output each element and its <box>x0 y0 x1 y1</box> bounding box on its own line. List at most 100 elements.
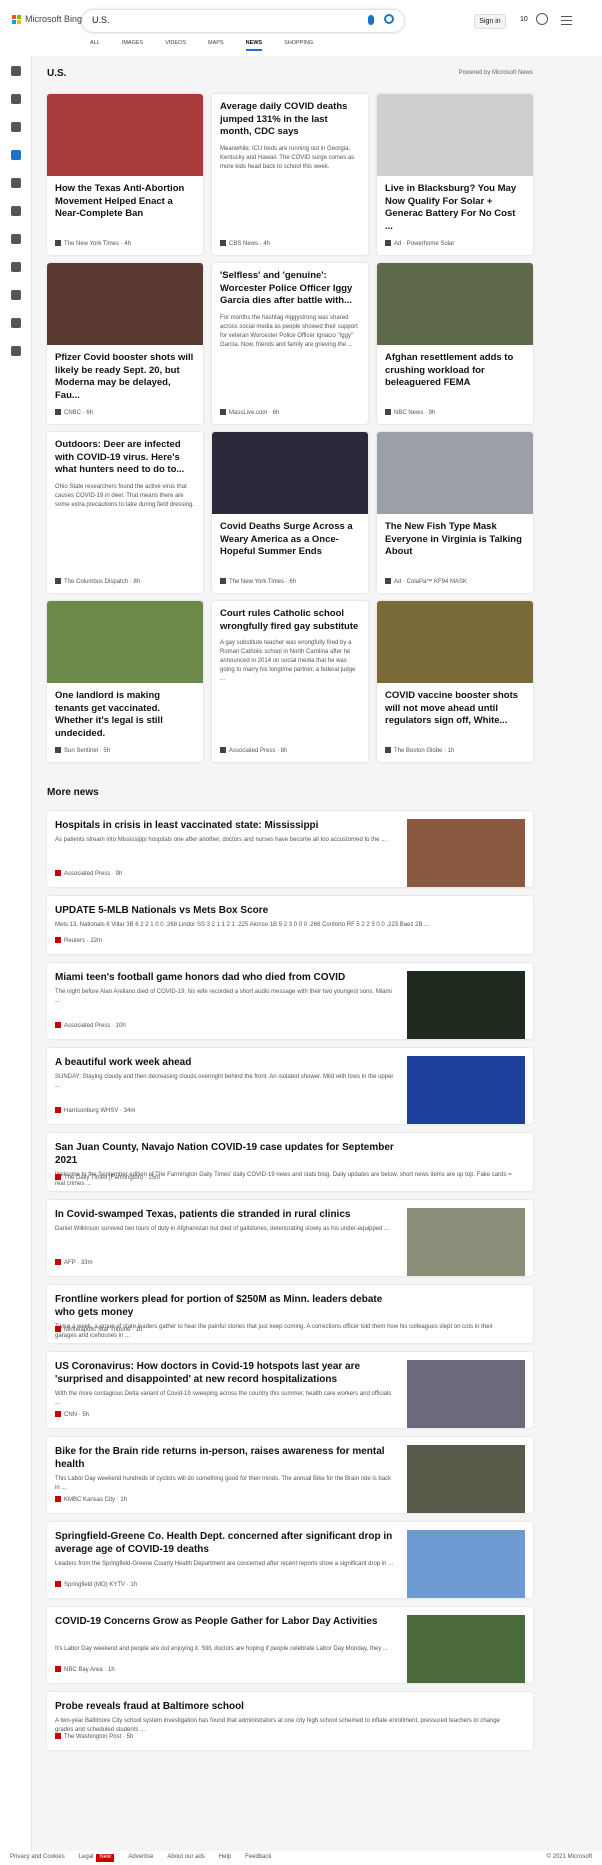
news-card[interactable]: 'Selfless' and 'genuine': Worcester Poli… <box>212 263 368 424</box>
news-item-thumbnail[interactable] <box>407 1208 525 1276</box>
news-card-title[interactable]: Outdoors: Deer are infected with COVID-1… <box>47 432 203 477</box>
news-item-thumbnail[interactable] <box>407 1360 525 1428</box>
news-card[interactable]: The New Fish Type Mask Everyone in Virgi… <box>377 432 533 593</box>
news-card[interactable]: COVID vaccine booster shots will not mov… <box>377 601 533 762</box>
news-card[interactable]: One landlord is making tenants get vacci… <box>47 601 203 762</box>
news-card-image[interactable] <box>377 263 533 345</box>
news-card-image[interactable] <box>377 94 533 176</box>
news-list-item[interactable]: UPDATE 5-MLB Nationals vs Mets Box Score… <box>47 896 533 954</box>
expand-icon[interactable] <box>11 66 21 76</box>
news-list-item[interactable]: Hospitals in crisis in least vaccinated … <box>47 811 533 887</box>
news-card[interactable]: Live in Blacksburg? You May Now Qualify … <box>377 94 533 255</box>
news-card-image[interactable] <box>377 432 533 514</box>
sign-in-button[interactable]: Sign in <box>474 14 506 29</box>
hamburger-menu-icon[interactable] <box>561 16 572 28</box>
news-card-title[interactable]: COVID vaccine booster shots will not mov… <box>377 683 533 728</box>
news-item-thumbnail[interactable] <box>407 1615 525 1683</box>
news-card-title[interactable]: Pfizer Covid booster shots will likely b… <box>47 345 203 402</box>
sports-icon[interactable] <box>11 346 21 356</box>
news-card-title[interactable]: Average daily COVID deaths jumped 131% i… <box>212 94 368 139</box>
news-list-item[interactable]: Bike for the Brain ride returns in-perso… <box>47 1437 533 1513</box>
search-input[interactable]: U.S. <box>92 15 110 25</box>
news-card[interactable]: Covid Deaths Surge Across a Weary Americ… <box>212 432 368 593</box>
home-icon[interactable] <box>11 94 21 104</box>
tab-all[interactable]: ALL <box>90 40 100 51</box>
search-box[interactable]: U.S. <box>82 10 404 32</box>
news-card[interactable]: Average daily COVID deaths jumped 131% i… <box>212 94 368 255</box>
news-list-item[interactable]: Probe reveals fraud at Baltimore school A… <box>47 1692 533 1750</box>
footer-link[interactable]: Help <box>219 1854 231 1862</box>
news-item-thumbnail[interactable] <box>407 1056 525 1124</box>
globe-icon[interactable] <box>11 206 21 216</box>
footer-link[interactable]: Feedback <box>245 1854 271 1862</box>
news-list-item[interactable]: Frontline workers plead for portion of $… <box>47 1285 533 1343</box>
news-card[interactable]: Court rules Catholic school wrongfully f… <box>212 601 368 762</box>
business-icon[interactable] <box>11 234 21 244</box>
news-card[interactable]: Pfizer Covid booster shots will likely b… <box>47 263 203 424</box>
news-card-image[interactable] <box>47 263 203 345</box>
footer-link[interactable]: Advertise <box>128 1854 153 1862</box>
news-list-item[interactable]: In Covid-swamped Texas, patients die str… <box>47 1200 533 1276</box>
news-card-title[interactable]: Afghan resettlement adds to crushing wor… <box>377 345 533 390</box>
rewards-icon[interactable] <box>536 13 548 25</box>
news-item-title[interactable]: A beautiful work week ahead <box>55 1056 395 1069</box>
news-item-thumbnail[interactable] <box>407 1445 525 1513</box>
news-list-item[interactable]: San Juan County, Navajo Nation COVID-19 … <box>47 1133 533 1191</box>
news-card-title[interactable]: One landlord is making tenants get vacci… <box>47 683 203 740</box>
news-item-source: Associated Press · 9h <box>55 870 122 877</box>
news-card-source: NBC News · 9h <box>385 409 435 416</box>
news-card-title[interactable]: Court rules Catholic school wrongfully f… <box>212 601 368 633</box>
news-item-title[interactable]: Frontline workers plead for portion of $… <box>55 1293 395 1319</box>
news-card-source-text: The New York Times · 6h <box>229 579 297 585</box>
news-item-title[interactable]: COVID-19 Concerns Grow as People Gather … <box>55 1615 395 1628</box>
news-item-title[interactable]: Bike for the Brain ride returns in-perso… <box>55 1445 395 1471</box>
us-news-flag-icon[interactable] <box>11 150 21 160</box>
location-pin-icon[interactable] <box>11 178 21 188</box>
news-item-title[interactable]: San Juan County, Navajo Nation COVID-19 … <box>55 1141 395 1167</box>
news-card-title[interactable]: 'Selfless' and 'genuine': Worcester Poli… <box>212 263 368 308</box>
news-item-thumbnail[interactable] <box>407 819 525 887</box>
news-list-item[interactable]: COVID-19 Concerns Grow as People Gather … <box>47 1607 533 1683</box>
news-card-image[interactable] <box>377 601 533 683</box>
tab-shopping[interactable]: SHOPPING <box>284 40 313 51</box>
news-list-item[interactable]: US Coronavirus: How doctors in Covid-19 … <box>47 1352 533 1428</box>
footer-link[interactable]: About our ads <box>167 1854 204 1862</box>
news-card[interactable]: How the Texas Anti-Abortion Movement Hel… <box>47 94 203 255</box>
news-card-image[interactable] <box>47 94 203 176</box>
rocket-icon[interactable] <box>11 262 21 272</box>
news-item-title[interactable]: Miami teen's football game honors dad wh… <box>55 971 395 984</box>
news-card[interactable]: Afghan resettlement adds to crushing wor… <box>377 263 533 424</box>
news-list-item[interactable]: Miami teen's football game honors dad wh… <box>47 963 533 1039</box>
news-item-title[interactable]: Springfield-Greene Co. Health Dept. conc… <box>55 1530 395 1556</box>
news-item-title[interactable]: US Coronavirus: How doctors in Covid-19 … <box>55 1360 395 1386</box>
footer-link[interactable]: Legal <box>79 1854 94 1862</box>
search-icon[interactable] <box>384 14 394 24</box>
tab-news[interactable]: NEWS <box>245 40 263 51</box>
news-item-thumbnail[interactable] <box>407 971 525 1039</box>
news-item-title[interactable]: Probe reveals fraud at Baltimore school <box>55 1700 395 1713</box>
rewards-count[interactable]: 10 <box>520 16 528 23</box>
news-item-summary: As patients stream into Mississippi hosp… <box>55 837 387 843</box>
footer-link[interactable]: Privacy and Cookies <box>10 1854 65 1862</box>
science-icon[interactable] <box>11 122 21 132</box>
news-item-title[interactable]: Hospitals in crisis in least vaccinated … <box>55 819 395 832</box>
entertainment-icon[interactable] <box>11 290 21 300</box>
tab-maps[interactable]: MAPS <box>208 40 224 51</box>
tab-videos[interactable]: VIDEOS <box>165 40 186 51</box>
news-item-thumbnail[interactable] <box>407 1530 525 1598</box>
news-item-title[interactable]: UPDATE 5-MLB Nationals vs Mets Box Score <box>55 904 395 917</box>
news-card-title[interactable]: The New Fish Type Mask Everyone in Virgi… <box>377 514 533 559</box>
news-item-title[interactable]: In Covid-swamped Texas, patients die str… <box>55 1208 395 1221</box>
politics-icon[interactable] <box>11 318 21 328</box>
bing-logo[interactable]: Microsoft Bing <box>12 14 82 24</box>
news-card-image[interactable] <box>47 601 203 683</box>
news-card-image[interactable] <box>212 432 368 514</box>
microphone-icon[interactable] <box>368 15 374 25</box>
news-card[interactable]: Outdoors: Deer are infected with COVID-1… <box>47 432 203 593</box>
news-card-title[interactable]: How the Texas Anti-Abortion Movement Hel… <box>47 176 203 221</box>
news-list-item[interactable]: A beautiful work week ahead SUNDAY: Stayi… <box>47 1048 533 1124</box>
news-card-title[interactable]: Covid Deaths Surge Across a Weary Americ… <box>212 514 368 559</box>
news-card-title[interactable]: Live in Blacksburg? You May Now Qualify … <box>377 176 533 233</box>
tab-images[interactable]: IMAGES <box>122 40 143 51</box>
news-list-item[interactable]: Springfield-Greene Co. Health Dept. conc… <box>47 1522 533 1598</box>
